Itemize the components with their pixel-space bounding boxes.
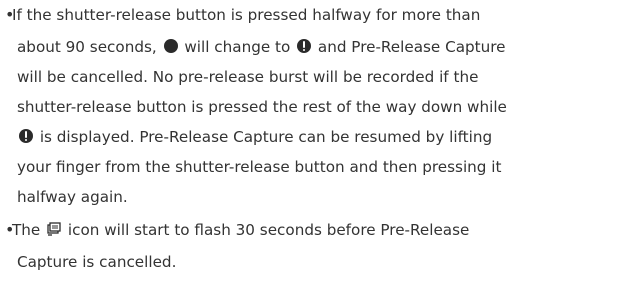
text-line: about 90 seconds, will change to and Pre…: [17, 32, 506, 62]
text-line: halfway again.: [17, 182, 128, 212]
text-segment: will change to: [179, 38, 296, 56]
text-line: Capture is cancelled.: [17, 247, 176, 277]
warning-icon: [19, 129, 33, 143]
text-line: is displayed. Pre-Release Capture can be…: [17, 122, 492, 152]
note-item: • If the shutter-release button is press…: [0, 0, 621, 212]
filled-circle-icon: [163, 39, 178, 53]
text-line: will be cancelled. No pre-release burst …: [17, 62, 478, 92]
text-segment: If the shutter-release button is pressed…: [12, 6, 481, 24]
warning-icon: [297, 39, 312, 53]
text-segment: The: [12, 221, 46, 239]
pre-release-capture-icon: [47, 221, 61, 236]
note-item: • The icon will start to flash 30 second…: [0, 213, 621, 291]
text-line: your finger from the shutter-release but…: [17, 152, 501, 182]
text-segment: about 90 seconds,: [17, 38, 162, 56]
text-segment: halfway again.: [17, 188, 128, 206]
text-segment: is displayed. Pre-Release Capture can be…: [35, 128, 493, 146]
text-line: If the shutter-release button is pressed…: [12, 0, 480, 30]
text-segment: shutter-release button is pressed the re…: [17, 98, 507, 116]
text-segment: will be cancelled. No pre-release burst …: [17, 68, 479, 86]
text-line: The icon will start to flash 30 seconds …: [12, 215, 469, 245]
text-segment: and Pre-Release Capture: [313, 38, 506, 56]
text-segment: Capture is cancelled.: [17, 253, 177, 271]
text-segment: your finger from the shutter-release but…: [17, 158, 502, 176]
text-line: shutter-release button is pressed the re…: [17, 92, 507, 122]
text-segment: icon will start to flash 30 seconds befo…: [63, 221, 470, 239]
notes-list: • If the shutter-release button is press…: [0, 0, 621, 291]
